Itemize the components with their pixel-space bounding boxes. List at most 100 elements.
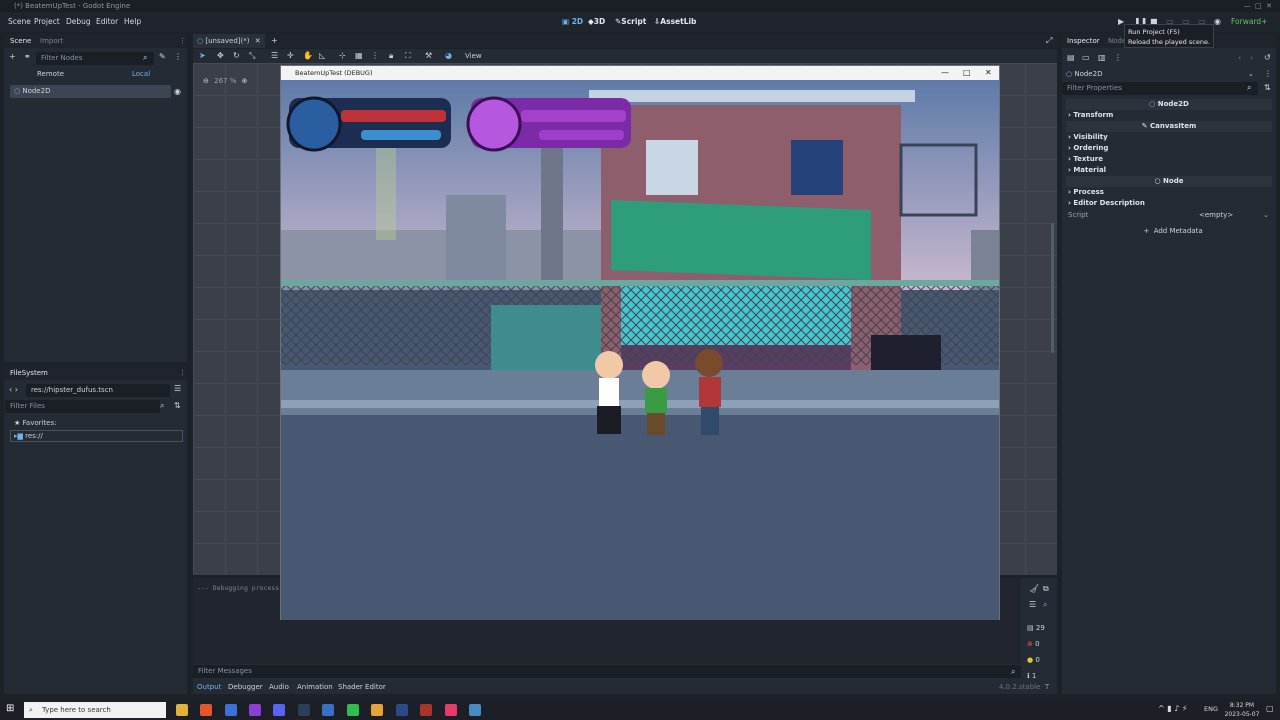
more-icon[interactable]: ⋮ — [371, 51, 379, 61]
viewport-scrollbar[interactable] — [1051, 223, 1054, 353]
collapse-icon[interactable]: ☰ — [1029, 600, 1036, 610]
layout-toggle-icon[interactable]: ☰ — [174, 384, 181, 394]
mode-3d-button[interactable]: ◆3D — [588, 12, 605, 32]
tab-import[interactable]: Import — [40, 34, 63, 48]
mode-assetlib-button[interactable]: ⇩AssetLib — [654, 12, 696, 32]
script-attach-icon[interactable]: ✎ — [159, 52, 166, 62]
tab-output[interactable]: Output — [197, 680, 221, 694]
distraction-free-icon[interactable]: ⤢ — [1046, 36, 1052, 46]
tab-audio[interactable]: Audio — [269, 680, 289, 694]
filter-nodes-input[interactable]: Filter Nodes — [36, 52, 154, 65]
view-menu[interactable]: View — [465, 49, 482, 63]
select-tool-icon[interactable]: ➤ — [199, 51, 206, 61]
scene-menu-icon[interactable]: ⋮ — [174, 52, 182, 62]
tab-inspector[interactable]: Inspector — [1067, 34, 1100, 48]
object-menu-icon[interactable]: ⋮ — [1264, 69, 1272, 79]
tab-scene[interactable]: Scene — [10, 34, 31, 48]
history-back-icon[interactable]: ‹ — [1238, 53, 1241, 63]
zoom-out-icon[interactable]: ⊖ — [203, 77, 209, 85]
discord-icon[interactable] — [273, 704, 285, 716]
game-window[interactable]: BeatemUpTest (DEBUG) — □ ✕ — [280, 65, 1000, 620]
snap-icon[interactable]: ⊹ — [339, 51, 346, 61]
messages-toggle[interactable]: ▤ 29 — [1027, 620, 1051, 636]
filter-files-input[interactable]: Filter Files — [5, 400, 160, 413]
chevron-down-icon[interactable]: ⌄ — [1263, 210, 1269, 221]
mode-2d-button[interactable]: ▣ 2D — [562, 12, 583, 32]
filter-messages-input[interactable]: Filter Messages — [193, 665, 1021, 678]
group-visibility[interactable]: › Visibility — [1062, 132, 1272, 143]
add-metadata-button[interactable]: + Add Metadata — [1124, 225, 1222, 238]
taskbar-search[interactable]: ⌕ Type here to search — [24, 702, 166, 718]
remote-button[interactable]: Remote — [37, 69, 64, 80]
menu-debug[interactable]: Debug — [66, 12, 91, 32]
app-icon-3[interactable] — [298, 704, 310, 716]
pivot-tool-icon[interactable]: ✛ — [287, 51, 294, 61]
back-icon[interactable]: ‹ › — [9, 385, 18, 395]
save-resource-icon[interactable]: ▥ — [1098, 53, 1106, 63]
sort-properties-icon[interactable]: ⇅ — [1264, 83, 1271, 93]
filesystem-menu-icon[interactable]: ⋮ — [179, 366, 186, 380]
add-node-icon[interactable]: + — [9, 52, 16, 62]
close-icon[interactable]: ✕ — [985, 66, 992, 80]
history-icon[interactable]: ↺ — [1264, 53, 1271, 63]
move-tool-icon[interactable]: ✥ — [217, 51, 224, 61]
menu-help[interactable]: Help — [124, 12, 141, 32]
res-root-item[interactable]: ▸▆ res:// — [10, 430, 183, 442]
app-icon-1[interactable] — [225, 704, 237, 716]
start-icon[interactable]: ⊞ — [6, 703, 14, 714]
object-selector[interactable]: ○ Node2D ⌄ — [1066, 68, 1256, 80]
favorites-item[interactable]: ★ Favorites: — [14, 418, 57, 429]
group-material[interactable]: › Material — [1062, 165, 1272, 176]
menu-editor[interactable]: Editor — [96, 12, 118, 32]
tab-debugger[interactable]: Debugger — [228, 680, 263, 694]
inspector-menu-icon[interactable]: ⋮ — [1114, 53, 1122, 63]
app-icon-2[interactable] — [249, 704, 261, 716]
path-field[interactable]: res://hipster_dufus.tscn — [26, 384, 170, 397]
errors-toggle[interactable]: ⊗ 0 — [1027, 636, 1051, 652]
group-process[interactable]: › Process — [1062, 187, 1272, 198]
pin-panel-icon[interactable]: ⊤ — [1044, 680, 1050, 694]
group-texture[interactable]: › Texture — [1062, 154, 1272, 165]
group-editor-description[interactable]: › Editor Description — [1062, 198, 1272, 209]
history-forward-icon[interactable]: › — [1250, 53, 1253, 63]
window-controls[interactable]: — □ ✕ — [1244, 0, 1272, 12]
zoom-in-icon[interactable]: ⊕ — [242, 77, 248, 85]
app-icon-7[interactable] — [420, 704, 432, 716]
add-tab-icon[interactable]: + — [271, 36, 278, 46]
maximize-icon[interactable]: □ — [963, 66, 971, 80]
list-tool-icon[interactable]: ☰ — [271, 51, 278, 61]
search-log-icon[interactable]: ⌕ — [1043, 600, 1047, 610]
scale-tool-icon[interactable]: ⤡ — [249, 51, 255, 61]
language-indicator[interactable]: ENG — [1204, 705, 1218, 713]
renderer-select[interactable]: Forward+ — [1231, 12, 1267, 32]
menu-scene[interactable]: Scene — [8, 12, 31, 32]
bone-icon[interactable]: ⚒ — [425, 51, 432, 61]
copy-icon[interactable]: ⧉ — [1043, 584, 1049, 594]
group-ordering[interactable]: › Ordering — [1062, 143, 1272, 154]
link-icon[interactable]: ⚭ — [24, 52, 31, 62]
app-icon-8[interactable] — [445, 704, 457, 716]
clock[interactable]: 8:32 PM 2023-05-07 — [1222, 701, 1262, 719]
godot-icon[interactable] — [469, 704, 481, 716]
menu-project[interactable]: Project — [34, 12, 60, 32]
minimize-icon[interactable]: — — [941, 66, 949, 80]
filter-properties-input[interactable]: Filter Properties — [1062, 82, 1258, 95]
script-value[interactable]: <empty> — [1199, 210, 1233, 221]
grid-snap-icon[interactable]: ▦ — [355, 51, 363, 61]
mode-script-button[interactable]: ✎Script — [615, 12, 646, 32]
close-tab-icon[interactable]: ✕ — [255, 37, 261, 45]
tab-filesystem[interactable]: FileSystem — [10, 366, 48, 380]
scene-tab-unsaved[interactable]: ○ [unsaved](*) ✕ — [193, 34, 265, 48]
tab-animation[interactable]: Animation — [297, 680, 333, 694]
app-icon-5[interactable] — [347, 704, 359, 716]
rotate-tool-icon[interactable]: ↻ — [233, 51, 240, 61]
camera-icon[interactable]: ◕ — [445, 51, 452, 61]
pan-tool-icon[interactable]: ✋ — [303, 51, 313, 61]
dock-menu-icon[interactable]: ⋮ — [179, 34, 186, 48]
scene-tree-item-node2d[interactable]: ○ Node2D — [10, 85, 171, 98]
system-tray-icons[interactable]: ^ ▮ ♪ ⚡ — [1158, 704, 1187, 713]
sort-icon[interactable]: ⇅ — [174, 401, 181, 411]
app-icon-6[interactable] — [371, 704, 383, 716]
tab-shader-editor[interactable]: Shader Editor — [338, 680, 386, 694]
warnings-toggle[interactable]: ● 0 — [1027, 652, 1051, 668]
